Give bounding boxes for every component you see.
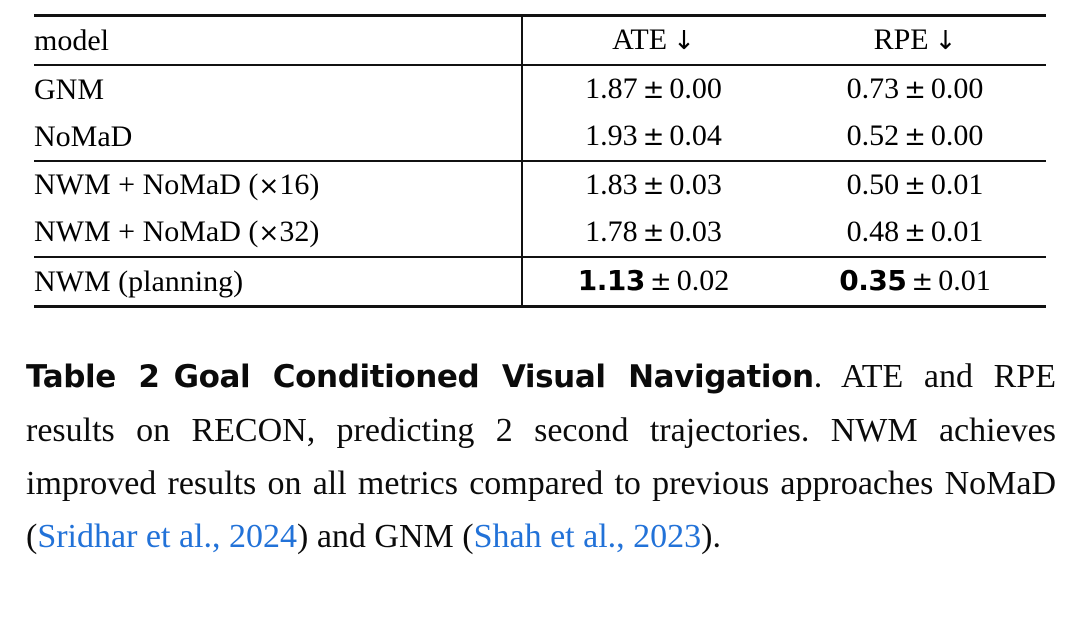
plus-minus-icon: ±	[904, 75, 926, 105]
table-caption: Table 2 Goal Conditioned Visual Navigatio…	[26, 350, 1056, 563]
cell-rpe-value: 0.48 ±0.01	[784, 209, 1046, 257]
cell-model-name: GNM	[34, 64, 523, 113]
column-header-model: model	[34, 14, 523, 65]
plus-minus-icon: ±	[904, 218, 926, 248]
rpe-main-value: 0.50	[846, 168, 900, 201]
rpe-error-value: 0.00	[930, 119, 984, 152]
ate-error-value: 0.04	[669, 119, 722, 152]
table-header: model ATE ↓ RPE ↓	[34, 14, 1046, 65]
ate-error-value: 0.03	[669, 168, 722, 201]
ate-main-value: 1.87	[585, 72, 638, 105]
rpe-main-value: 0.73	[846, 72, 900, 105]
table-body: GNM 1.87 ±0.00 0.73 ±0.00 NoMaD 1.93 ±0.04 0.52 ±…	[34, 64, 1046, 308]
plus-minus-icon: ±	[642, 218, 665, 248]
ate-error-value: 0.02	[676, 264, 730, 297]
plus-minus-icon: ±	[649, 267, 672, 297]
results-table: model ATE ↓ RPE ↓ GNM 1.87 ±0.00 0.73 ±0.00 NoM…	[34, 14, 1046, 308]
ate-main-value: 1.78	[585, 215, 638, 248]
table-row: NWM + NoMaD (×32) 1.78 ±0.03 0.48 ±0.01	[34, 209, 1046, 257]
plus-minus-icon: ±	[904, 171, 926, 201]
cell-model-name: NWM + NoMaD (×32)	[34, 209, 523, 257]
ate-error-value: 0.00	[669, 72, 722, 105]
column-header-ate-label: ATE	[612, 23, 668, 56]
plus-minus-icon: ±	[642, 122, 665, 152]
table-row: NWM (planning) 1.13 ±0.02 0.35 ±0.01	[34, 256, 1046, 308]
column-header-rpe-label: RPE	[873, 23, 929, 56]
arrow-down-icon: ↓	[673, 26, 695, 56]
multiply-icon: ×	[258, 218, 280, 247]
plus-minus-icon: ±	[911, 267, 934, 297]
caption-text-segment: ).	[701, 518, 721, 555]
rpe-error-value: 0.01	[930, 215, 984, 248]
cell-rpe-value: 0.73 ±0.00	[784, 64, 1046, 113]
ate-main-value: 1.93	[585, 119, 638, 152]
plus-minus-icon: ±	[642, 75, 665, 105]
rpe-error-value: 0.00	[930, 72, 984, 105]
caption-text-segment: ) and GNM (	[297, 518, 474, 555]
cell-ate-value: 1.87 ±0.00	[522, 64, 784, 113]
cell-ate-value: 1.13 ±0.02	[522, 256, 784, 308]
cell-ate-value: 1.78 ±0.03	[522, 209, 784, 257]
multiply-icon: ×	[258, 171, 280, 200]
caption-title: Goal Conditioned Visual Navigation	[173, 359, 815, 395]
cell-ate-value: 1.83 ±0.03	[522, 160, 784, 209]
citation-link[interactable]: Shah et al., 2023	[474, 518, 702, 555]
table-row: NoMaD 1.93 ±0.04 0.52 ±0.00	[34, 113, 1046, 161]
cell-rpe-value: 0.50 ±0.01	[784, 160, 1046, 209]
plus-minus-icon: ±	[904, 122, 926, 152]
ate-error-value: 0.03	[669, 215, 722, 248]
caption-label: Table 2	[26, 359, 160, 395]
table-header-row: model ATE ↓ RPE ↓	[34, 14, 1046, 65]
cell-rpe-value: 0.52 ±0.00	[784, 113, 1046, 161]
rpe-main-value: 0.52	[846, 119, 900, 152]
column-header-ate: ATE ↓	[522, 14, 784, 65]
arrow-down-icon: ↓	[934, 26, 957, 56]
rpe-error-value: 0.01	[938, 264, 991, 297]
cell-rpe-value: 0.35 ±0.01	[784, 256, 1046, 308]
rpe-main-value: 0.35	[839, 264, 907, 297]
cell-model-name: NWM + NoMaD (×16)	[34, 160, 523, 209]
ate-main-value: 1.83	[585, 168, 638, 201]
table-row: NWM + NoMaD (×16) 1.83 ±0.03 0.50 ±0.01	[34, 160, 1046, 209]
column-header-rpe: RPE ↓	[784, 14, 1046, 65]
ate-main-value: 1.13	[577, 264, 646, 297]
cell-model-name: NoMaD	[34, 113, 523, 161]
citation-link[interactable]: Sridhar et al., 2024	[37, 518, 297, 555]
rpe-main-value: 0.48	[846, 215, 900, 248]
plus-minus-icon: ±	[642, 171, 665, 201]
table-row: GNM 1.87 ±0.00 0.73 ±0.00	[34, 64, 1046, 113]
cell-ate-value: 1.93 ±0.04	[522, 113, 784, 161]
column-header-model-label: model	[34, 23, 109, 57]
table-figure-page: model ATE ↓ RPE ↓ GNM 1.87 ±0.00 0.73 ±0.00 NoM…	[0, 0, 1080, 621]
cell-model-name: NWM (planning)	[34, 256, 523, 308]
results-table-container: model ATE ↓ RPE ↓ GNM 1.87 ±0.00 0.73 ±0.00 NoM…	[34, 14, 1046, 308]
rpe-error-value: 0.01	[930, 168, 984, 201]
